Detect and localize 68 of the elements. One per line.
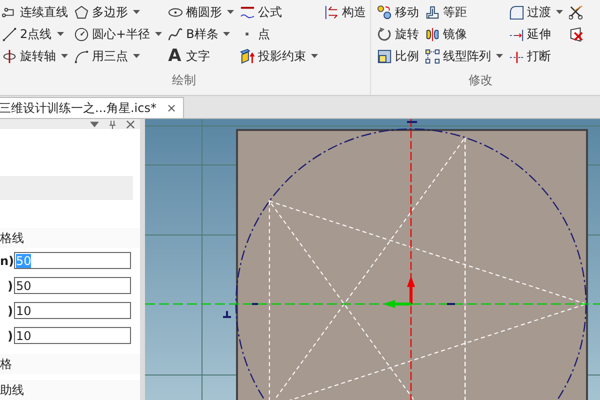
ribbon-button[interactable]: 多边形 bbox=[92, 4, 128, 20]
ribbon-button[interactable]: 旋转 bbox=[395, 26, 420, 42]
rotation-axis-icon[interactable] bbox=[2, 48, 17, 64]
ribbon-group-label: 修改 bbox=[468, 72, 494, 89]
field-label: ) bbox=[6, 328, 13, 342]
scissors-icon[interactable] bbox=[569, 4, 584, 20]
mirror-icon[interactable] bbox=[425, 26, 440, 42]
dropdown-caret-icon[interactable] bbox=[133, 10, 140, 14]
input-field[interactable]: 10 bbox=[14, 302, 131, 319]
ribbon-button[interactable]: 构造 bbox=[342, 4, 366, 20]
section-title: 格 bbox=[0, 354, 140, 374]
field-label: n) bbox=[0, 254, 13, 268]
text-tool-icon[interactable]: A bbox=[168, 46, 184, 66]
close-button[interactable]: × bbox=[166, 101, 177, 115]
dropdown-caret-icon[interactable] bbox=[223, 32, 230, 36]
ribbon-button[interactable]: 点 bbox=[258, 26, 270, 42]
projection-cube-icon[interactable] bbox=[240, 48, 256, 64]
close-icon[interactable] bbox=[126, 120, 135, 128]
coordinate-axes-drawing bbox=[383, 276, 415, 308]
construction-arrows-icon[interactable] bbox=[324, 4, 340, 20]
ribbon-button[interactable]: 比例 bbox=[395, 48, 420, 64]
pin-icon[interactable] bbox=[108, 120, 117, 128]
field-label: ) bbox=[6, 304, 13, 318]
dropdown-caret-icon[interactable] bbox=[496, 54, 504, 58]
dropdown-caret-icon[interactable] bbox=[311, 54, 318, 58]
ribbon-button[interactable]: 镜像 bbox=[443, 26, 468, 42]
ribbon-button[interactable]: 过渡 bbox=[527, 4, 552, 20]
offset-icon[interactable] bbox=[425, 4, 440, 20]
arc-icon[interactable] bbox=[74, 48, 89, 64]
section-title: 格线 bbox=[0, 228, 140, 248]
ribbon-button[interactable]: 椭圆形 bbox=[186, 4, 222, 20]
circle-icon[interactable] bbox=[74, 26, 89, 42]
ribbon-button[interactable]: 投影约束 bbox=[258, 48, 306, 64]
ribbon-button[interactable]: 延伸 bbox=[527, 26, 552, 42]
spline-icon[interactable] bbox=[168, 26, 184, 42]
ribbon-button[interactable]: 2点线 bbox=[20, 26, 52, 42]
delete-icon[interactable] bbox=[569, 26, 584, 42]
fillet-icon[interactable] bbox=[509, 4, 524, 20]
linear-array-icon[interactable] bbox=[425, 48, 440, 64]
ribbon-button[interactable]: 圆心+半径 bbox=[92, 26, 150, 42]
field-label: ) bbox=[6, 278, 13, 292]
dropdown-caret-icon[interactable] bbox=[133, 54, 140, 58]
pentagon-icon[interactable] bbox=[74, 4, 89, 20]
dropdown-caret-icon[interactable] bbox=[61, 54, 68, 58]
ribbon-group-label: 绘制 bbox=[171, 72, 198, 89]
ribbon-button[interactable]: 旋转轴 bbox=[20, 48, 56, 64]
input-field[interactable]: 10 bbox=[14, 327, 131, 344]
ribbon-button[interactable]: 等距 bbox=[443, 4, 468, 20]
ribbon-button[interactable]: 线型阵列 bbox=[443, 48, 492, 64]
ribbon-button[interactable]: 文字 bbox=[186, 48, 210, 64]
dropdown-caret-icon[interactable] bbox=[227, 10, 234, 14]
dropdown-caret-icon[interactable] bbox=[556, 10, 564, 14]
formula-icon[interactable] bbox=[240, 4, 256, 20]
dropdown-caret-icon[interactable] bbox=[56, 32, 64, 36]
scale-icon[interactable] bbox=[377, 48, 392, 64]
ribbon-button[interactable]: 公式 bbox=[258, 4, 282, 20]
move-icon[interactable] bbox=[377, 4, 392, 20]
ribbon-button[interactable]: 连续直线 bbox=[20, 4, 68, 20]
ribbon-button[interactable]: B样条 bbox=[186, 26, 218, 42]
ribbon-button[interactable]: 移动 bbox=[395, 4, 420, 20]
sketch-canvas[interactable] bbox=[145, 119, 600, 400]
ribbon-button[interactable]: 用三点 bbox=[92, 48, 128, 64]
input-field[interactable]: 50 bbox=[14, 277, 131, 294]
section-title: 助线 bbox=[0, 380, 140, 400]
dropdown-caret-icon[interactable] bbox=[155, 32, 162, 36]
line-icon[interactable] bbox=[2, 26, 17, 42]
ribbon-button[interactable]: 打断 bbox=[527, 48, 552, 64]
rotate-icon[interactable] bbox=[377, 26, 392, 42]
